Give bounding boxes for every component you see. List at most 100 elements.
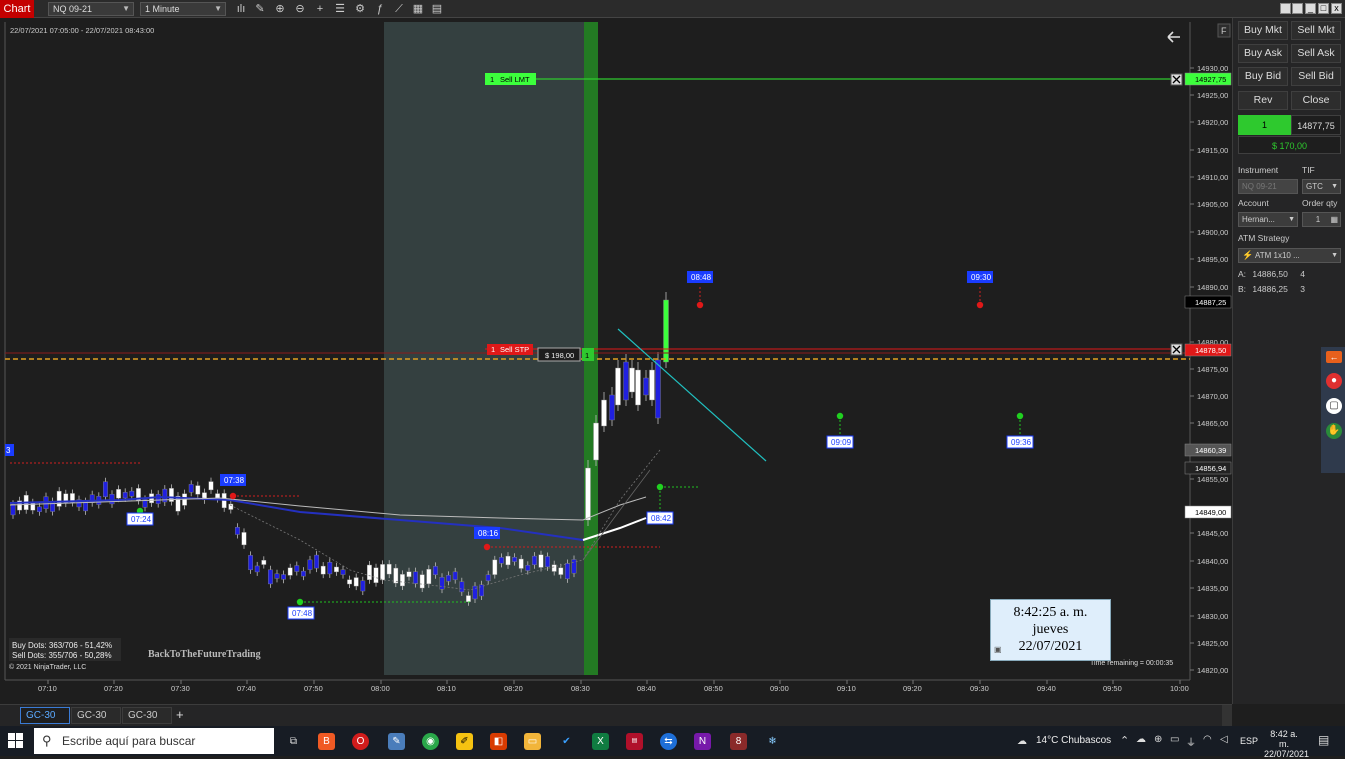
edge-label: 3 xyxy=(5,444,14,456)
maximize-button[interactable]: □ xyxy=(1318,3,1329,14)
strategy-icon[interactable]: ⚙ xyxy=(353,2,367,16)
task-view-icon[interactable]: ⧉ xyxy=(285,733,302,750)
chevron-up-icon[interactable]: ⌃ xyxy=(1120,734,1129,747)
office-icon[interactable]: ◧ xyxy=(490,733,507,750)
sell-stp-qty: 1 xyxy=(491,345,495,354)
window-icon[interactable]: ▢ xyxy=(1326,398,1342,414)
voice-app-icon[interactable]: ▤ xyxy=(626,733,643,750)
chart-tab[interactable]: Chart xyxy=(0,0,34,18)
sell-ask-button[interactable]: Sell Ask xyxy=(1291,44,1341,63)
clock-widget[interactable]: 8:42:25 a. m. jueves 22/07/2021 ▣ xyxy=(990,599,1111,661)
order-qty-input[interactable]: 1 ▦ xyxy=(1302,212,1341,227)
hand-icon[interactable]: ✋ xyxy=(1326,423,1342,439)
wifi-icon[interactable]: ◠ xyxy=(1203,734,1212,745)
candle-body xyxy=(615,367,621,406)
onenote-icon[interactable]: N xyxy=(694,733,711,750)
sell-lmt-qty: 1 xyxy=(490,75,494,84)
tab-gc30-active[interactable]: GC-30 xyxy=(20,707,70,724)
sell-bid-button[interactable]: Sell Bid xyxy=(1291,67,1341,86)
crosshair-icon[interactable]: + xyxy=(313,2,327,16)
atm-strategy-value: ATM 1x10 ... xyxy=(1255,251,1300,260)
bars-icon[interactable]: ılı xyxy=(234,2,248,16)
notification-icon[interactable]: ▤ xyxy=(1318,733,1329,747)
excel-icon[interactable]: X xyxy=(592,733,609,750)
ask-row-qty: 4 xyxy=(1300,269,1305,279)
file-explorer-icon[interactable]: ▭ xyxy=(524,733,541,750)
buy-dot xyxy=(1016,412,1024,420)
todo-icon[interactable]: ✔ xyxy=(558,733,575,750)
paint-icon[interactable]: ✎ xyxy=(388,733,405,750)
battery-icon[interactable]: ▭ xyxy=(1170,734,1179,745)
add-tab-button[interactable]: + xyxy=(176,707,184,722)
tab-gc30[interactable]: GC-30 xyxy=(122,707,172,724)
arrow-left-icon[interactable]: ← xyxy=(1326,351,1342,363)
zoom-in-icon[interactable]: ⊕ xyxy=(273,2,287,16)
y-tick-label: 14915,00 xyxy=(1197,146,1228,155)
zoom-out-icon[interactable]: ⊖ xyxy=(293,2,307,16)
chrome-browser-icon[interactable]: ◉ xyxy=(422,733,439,750)
snapshot-icon[interactable]: ⟋ xyxy=(392,2,406,16)
language-indicator[interactable]: ESP xyxy=(1240,736,1258,746)
sell-dot xyxy=(483,543,491,551)
ninjatrader-icon[interactable]: 8 xyxy=(730,733,747,750)
tab-gc30[interactable]: GC-30 xyxy=(71,707,121,724)
brave-browser-icon[interactable]: B xyxy=(318,733,335,750)
opera-browser-icon[interactable]: O xyxy=(352,733,369,750)
weather-text[interactable]: 14°C Chubascos xyxy=(1036,735,1111,746)
svg-text:08:48: 08:48 xyxy=(691,273,712,282)
bid-row-label: B: xyxy=(1238,284,1247,294)
microphone-icon[interactable]: ● xyxy=(1326,373,1342,389)
buy-ask-button[interactable]: Buy Ask xyxy=(1238,44,1288,63)
instrument-label: Instrument xyxy=(1238,165,1279,175)
window-button[interactable] xyxy=(1280,3,1291,14)
buy-mkt-button[interactable]: Buy Mkt xyxy=(1238,21,1288,40)
taskbar-clock[interactable]: 8:42 a. m. 22/07/2021 xyxy=(1264,729,1309,759)
instrument-field[interactable]: NQ 09-21 xyxy=(1238,179,1298,194)
atm-strategy-select[interactable]: ⚡ ATM 1x10 ... ▼ xyxy=(1238,248,1341,263)
candle-body xyxy=(287,567,293,576)
interval-selector[interactable]: 1 Minute ▼ xyxy=(140,2,226,16)
svg-text:09:09: 09:09 xyxy=(831,438,852,447)
scrollbar[interactable] xyxy=(1222,705,1232,726)
pencil-icon[interactable]: ✎ xyxy=(253,2,267,16)
window-button[interactable] xyxy=(1292,3,1303,14)
instrument-selector[interactable]: NQ 09-21 ▼ xyxy=(48,2,134,16)
minimize-button[interactable]: _ xyxy=(1305,3,1316,14)
y-tick-label: 14865,00 xyxy=(1197,419,1228,428)
sell-dot xyxy=(976,301,984,309)
candle-body xyxy=(439,577,445,590)
weather-icon[interactable]: ☁ xyxy=(1013,733,1031,750)
time-label-0748: 07:48 xyxy=(287,606,315,620)
candle-body xyxy=(360,580,366,592)
volume-icon[interactable]: ◁ xyxy=(1220,734,1228,745)
candle-body xyxy=(571,559,577,574)
teamviewer-icon[interactable]: ⇆ xyxy=(660,733,677,750)
snowflake-app-icon[interactable]: ❄ xyxy=(764,733,781,750)
time-remaining-text: Time remaining = 00:00:35 xyxy=(1090,660,1173,667)
usb-icon[interactable]: ⏚ xyxy=(1186,734,1196,749)
sticky-notes-icon[interactable]: ✐ xyxy=(456,733,473,750)
time-label-0848: 08:48 xyxy=(687,271,713,283)
windows-start-icon[interactable] xyxy=(8,733,24,749)
taskbar-search-input[interactable]: ⚲ Escribe aquí para buscar xyxy=(34,728,274,754)
account-select[interactable]: Hernan... ▼ xyxy=(1238,212,1298,227)
calculator-icon[interactable]: ▦ xyxy=(1330,213,1338,226)
clock-settings-icon[interactable]: ▣ xyxy=(994,641,1002,658)
tif-select[interactable]: GTC ▼ xyxy=(1302,179,1341,194)
x-tick-label: 08:20 xyxy=(504,684,523,693)
chevron-down-icon: ▼ xyxy=(1331,183,1338,190)
cloud-icon[interactable]: ☁ xyxy=(1136,734,1146,745)
close-position-button[interactable]: Close xyxy=(1291,91,1341,110)
close-button[interactable]: x xyxy=(1331,3,1342,14)
network-icon[interactable]: ⊕ xyxy=(1154,734,1162,745)
indicator-icon[interactable]: ƒ xyxy=(373,2,387,16)
buy-bid-button[interactable]: Buy Bid xyxy=(1238,67,1288,86)
position-qty: 1 xyxy=(1238,115,1291,135)
reverse-button[interactable]: Rev xyxy=(1238,91,1288,110)
candle-body xyxy=(400,574,405,587)
properties-icon[interactable]: ☰ xyxy=(333,2,347,16)
datagrid-icon[interactable]: ▤ xyxy=(430,2,444,16)
datagrid-icon[interactable]: ▦ xyxy=(411,2,425,16)
sell-mkt-button[interactable]: Sell Mkt xyxy=(1291,21,1341,40)
candle-body xyxy=(466,595,471,602)
